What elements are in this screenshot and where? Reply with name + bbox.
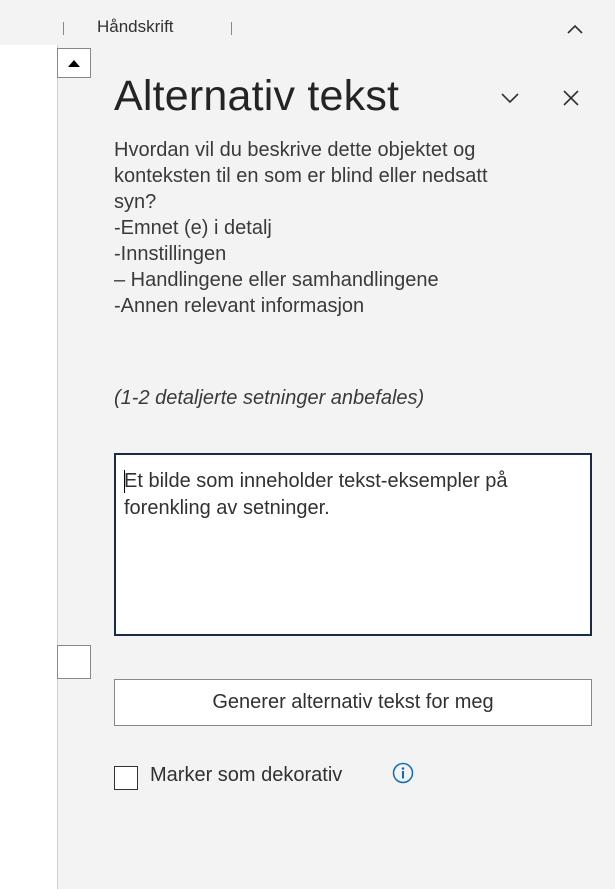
- document-area: [0, 45, 58, 889]
- chevron-up-icon: [567, 24, 583, 34]
- ribbon-separator: [63, 22, 64, 35]
- vertical-scrollbar[interactable]: [57, 45, 94, 889]
- collapse-ribbon-button[interactable]: [562, 18, 588, 40]
- description-line: syn?: [114, 191, 157, 213]
- decorative-label: Marker som dekorativ: [150, 764, 343, 786]
- description-line: – Handlingene eller samhandlingene: [114, 269, 439, 291]
- description-line: Hvordan vil du beskrive dette objektet o…: [114, 139, 476, 161]
- close-icon: [563, 90, 579, 106]
- pane-description: Hvordan vil du beskrive dette objektet o…: [114, 137, 600, 319]
- recommendation-hint: (1-2 detaljerte setninger anbefales): [114, 387, 425, 409]
- close-pane-button[interactable]: [554, 84, 588, 112]
- alt-text-value: Et bilde som inneholder tekst-eksempler …: [124, 470, 508, 519]
- decorative-checkbox[interactable]: [114, 766, 138, 790]
- scroll-up-button[interactable]: [57, 48, 91, 78]
- pane-title: Alternativ tekst: [114, 72, 400, 120]
- description-line: -Emnet (e) i detalj: [114, 217, 272, 239]
- ribbon-separator: [231, 22, 232, 35]
- alt-text-input[interactable]: Et bilde som inneholder tekst-eksempler …: [114, 453, 592, 636]
- scrollbar-thumb[interactable]: [57, 645, 91, 679]
- ribbon-strip: Håndskrift: [0, 0, 615, 45]
- description-line: -Annen relevant informasjon: [114, 295, 365, 317]
- ribbon-group-label: Håndskrift: [97, 17, 174, 36]
- chevron-down-icon: [501, 93, 519, 104]
- description-line: -Innstillingen: [114, 243, 227, 265]
- info-icon: [392, 762, 414, 784]
- generate-alt-text-button[interactable]: Generer alternativ tekst for meg: [114, 679, 592, 726]
- triangle-up-icon: [68, 60, 80, 67]
- pane-options-button[interactable]: [493, 84, 527, 112]
- info-button[interactable]: [392, 762, 414, 784]
- text-cursor: [124, 470, 125, 493]
- description-line: konteksten til en som er blind eller ned…: [114, 165, 488, 187]
